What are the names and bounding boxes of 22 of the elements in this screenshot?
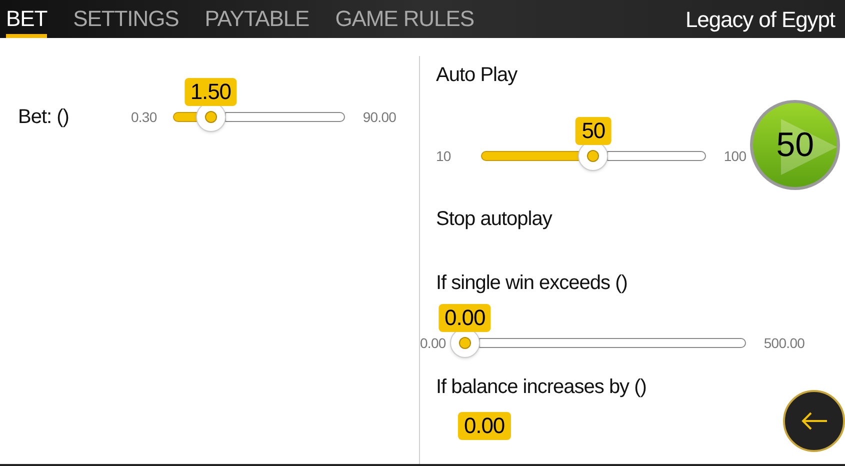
nav-tab[interactable]: SETTINGS [73,0,179,38]
nav-tab[interactable]: BET [6,0,48,38]
min-label: 0.00 [420,334,446,352]
value-bubble: 50 [576,117,612,145]
autoplay-start-button[interactable]: 50 [750,100,840,190]
value-bubble: 0.00 [438,304,492,332]
bet-label: Bet: () [18,105,69,130]
max-label: 100 [724,146,746,166]
section-title: Auto Play [436,63,518,88]
arrow-left-icon [800,411,828,431]
condition-label: If single win exceeds () [436,271,628,296]
game-title: Legacy of Egypt [685,6,836,34]
nav-tab[interactable]: PAYTABLE [204,0,310,38]
value-bubble: 0.00 [458,412,511,440]
max-label: 500.00 [764,334,805,352]
value-bubble: 1.50 [184,78,237,106]
max-label: 90.00 [362,108,396,126]
section-title: Stop autoplay [436,207,554,232]
min-label: 10 [436,146,451,166]
nav-tab[interactable]: GAME RULES [335,0,474,38]
min-label: 0.30 [130,108,157,126]
condition-label: If balance increases by () [436,375,648,400]
